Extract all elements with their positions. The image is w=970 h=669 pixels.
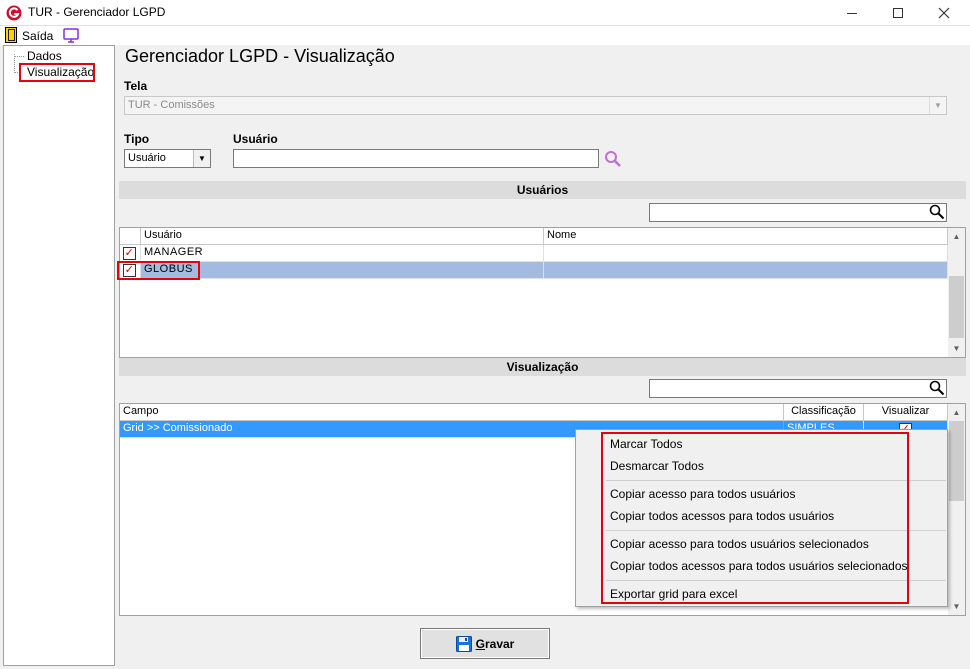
usuario-label: Usuário xyxy=(233,132,278,146)
search-icon[interactable] xyxy=(929,380,945,396)
visualizacao-section-header: Visualização xyxy=(119,358,966,376)
exit-menu-item[interactable]: Saída xyxy=(22,29,53,43)
usuarios-grid: Usuário Nome ✓ MANAGER ✓ GLOBUS ▲ ▼ xyxy=(119,227,966,358)
maximize-icon xyxy=(893,8,903,18)
annotation-highlight xyxy=(117,261,200,280)
close-button[interactable] xyxy=(921,0,967,26)
minimize-icon xyxy=(847,12,857,14)
table-row[interactable]: ✓ GLOBUS xyxy=(120,262,948,279)
scrollbar-thumb[interactable] xyxy=(949,421,964,501)
row-usuario: GLOBUS xyxy=(141,262,544,279)
page-title: Gerenciador LGPD - Visualização xyxy=(125,46,395,66)
vertical-scrollbar[interactable]: ▲ ▼ xyxy=(948,404,965,615)
grid-header-classificacao[interactable]: Classificação xyxy=(784,404,864,421)
gravar-label: ravar xyxy=(484,636,515,651)
close-icon xyxy=(938,7,950,19)
tela-label: Tela xyxy=(124,79,148,93)
row-usuario: MANAGER xyxy=(141,245,544,262)
tree-connector xyxy=(15,56,24,57)
chevron-down-icon[interactable]: ▼ xyxy=(929,97,946,114)
search-icon[interactable] xyxy=(603,150,623,168)
minimize-button[interactable] xyxy=(829,0,875,26)
grid-header-nome[interactable]: Nome xyxy=(544,228,948,245)
row-check-cell: ✓ xyxy=(120,245,141,262)
grid-header-check xyxy=(120,228,141,245)
vertical-scrollbar[interactable]: ▲ ▼ xyxy=(948,228,965,357)
grid-header-usuario[interactable]: Usuário xyxy=(141,228,544,245)
tipo-label: Tipo xyxy=(124,132,150,146)
chevron-up-icon[interactable]: ▲ xyxy=(948,228,965,245)
annotation-highlight xyxy=(601,432,909,604)
tree-item-dados[interactable]: Dados xyxy=(27,49,62,63)
navigation-tree xyxy=(3,45,115,666)
usuario-input[interactable] xyxy=(233,149,599,168)
chevron-down-icon[interactable]: ▼ xyxy=(193,150,210,167)
annotation-highlight xyxy=(19,63,95,82)
gravar-button[interactable]: Gravar xyxy=(420,628,550,659)
row-nome xyxy=(544,245,948,262)
chevron-down-icon[interactable]: ▼ xyxy=(948,340,965,357)
window-title: TUR - Gerenciador LGPD xyxy=(28,5,166,19)
chevron-down-icon[interactable]: ▼ xyxy=(948,598,965,615)
grid-header-visualizar[interactable]: Visualizar xyxy=(864,404,948,421)
row-nome xyxy=(544,262,948,279)
search-icon[interactable] xyxy=(929,204,945,220)
app-logo-icon xyxy=(6,5,22,21)
exit-door-icon[interactable] xyxy=(5,27,17,43)
gravar-accel: G xyxy=(475,636,485,651)
row-checkbox[interactable]: ✓ xyxy=(123,247,136,260)
floppy-disk-icon xyxy=(455,635,472,652)
grid-header-campo[interactable]: Campo xyxy=(120,404,784,421)
monitor-icon[interactable] xyxy=(63,28,79,43)
menu-bar xyxy=(0,26,970,45)
tela-select[interactable]: TUR - Comissões xyxy=(124,96,947,115)
chevron-up-icon[interactable]: ▲ xyxy=(948,404,965,421)
visualizacao-filter-input[interactable] xyxy=(649,379,947,398)
usuarios-section-header: Usuários xyxy=(119,181,966,199)
table-row[interactable]: ✓ MANAGER xyxy=(120,245,948,262)
maximize-button[interactable] xyxy=(875,0,921,26)
scrollbar-thumb[interactable] xyxy=(949,276,964,338)
usuarios-filter-input[interactable] xyxy=(649,203,947,222)
